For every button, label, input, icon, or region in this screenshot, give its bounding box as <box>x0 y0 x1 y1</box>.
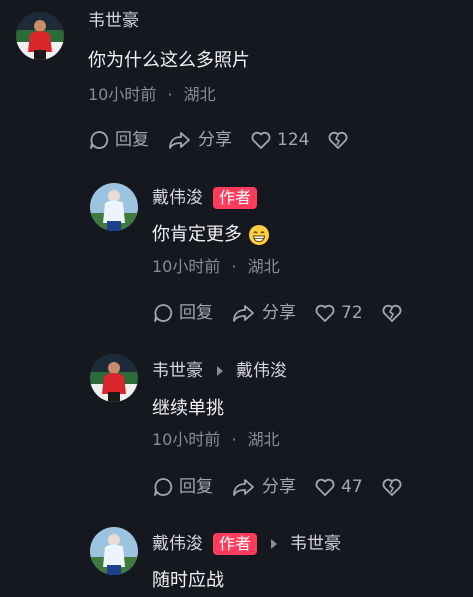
heart-icon <box>315 478 335 496</box>
comment-text: 你为什么这么多照片 <box>88 50 250 71</box>
reply-to-username[interactable]: 戴伟浚 <box>236 359 287 383</box>
username[interactable]: 韦世豪 <box>152 359 203 383</box>
comment-header: 韦世豪 <box>88 9 139 33</box>
dislike-button[interactable] <box>381 302 408 324</box>
like-button[interactable]: 72 <box>314 301 363 325</box>
heart-icon <box>315 304 335 322</box>
comment-location: 湖北 <box>247 257 280 276</box>
comment-header: 韦世豪 戴伟浚 <box>152 359 287 383</box>
comment-text: 继续单挑 <box>152 398 224 419</box>
comment-actions: 回复 分享 47 <box>152 475 408 499</box>
broken-heart-icon <box>382 304 402 322</box>
share-button[interactable]: 分享 <box>231 475 296 499</box>
comment-meta: 10小时前 · 湖北 <box>152 429 280 451</box>
reply-button[interactable]: 回复 <box>152 475 213 499</box>
like-button[interactable]: 124 <box>250 128 309 152</box>
share-label: 分享 <box>262 477 296 497</box>
reply-to-arrow-icon <box>217 366 223 376</box>
comment-time: 10小时前 <box>152 430 221 449</box>
reply-bubble-icon <box>154 478 173 496</box>
broken-heart-icon <box>382 478 402 496</box>
reply-button[interactable]: 回复 <box>152 301 213 325</box>
reply-label: 回复 <box>179 303 213 323</box>
meta-separator: · <box>231 430 237 449</box>
reply-bubble-icon <box>90 131 109 149</box>
username[interactable]: 韦世豪 <box>88 9 139 33</box>
share-label: 分享 <box>198 130 232 150</box>
username[interactable]: 戴伟浚 <box>152 532 203 556</box>
meta-separator: · <box>231 257 237 276</box>
dislike-button[interactable] <box>327 129 354 151</box>
avatar[interactable] <box>90 183 138 231</box>
reply-to-username[interactable]: 韦世豪 <box>290 532 341 556</box>
comment-meta: 10小时前 · 湖北 <box>88 84 216 106</box>
like-count: 47 <box>341 477 363 497</box>
dislike-button[interactable] <box>381 476 408 498</box>
heart-icon <box>251 131 271 149</box>
avatar[interactable] <box>90 354 138 402</box>
reply-label: 回复 <box>115 130 149 150</box>
username[interactable]: 戴伟浚 <box>152 186 203 210</box>
comment-location: 湖北 <box>247 430 280 449</box>
share-arrow-icon <box>169 132 190 149</box>
share-arrow-icon <box>233 305 254 322</box>
comment-text-body: 你肯定更多 <box>152 224 242 245</box>
reply-button[interactable]: 回复 <box>88 128 149 152</box>
avatar[interactable] <box>90 527 138 575</box>
comment-text: 随时应战 <box>152 570 224 591</box>
like-count: 72 <box>341 303 363 323</box>
comment-time: 10小时前 <box>88 85 157 104</box>
like-count: 124 <box>277 130 310 150</box>
comment-header: 戴伟浚 作者 韦世豪 <box>152 532 341 556</box>
comment-actions: 回复 分享 72 <box>152 301 408 325</box>
reply-to-arrow-icon <box>271 539 278 549</box>
comment-actions: 回复 分享 124 <box>88 128 354 152</box>
author-badge: 作者 <box>213 533 258 555</box>
meta-separator: · <box>167 85 173 104</box>
like-button[interactable]: 47 <box>314 475 363 499</box>
reply-bubble-icon <box>154 304 173 322</box>
comment-time: 10小时前 <box>152 257 221 276</box>
share-arrow-icon <box>233 479 254 496</box>
grinning-face-emoji <box>249 225 269 245</box>
avatar[interactable] <box>16 12 64 60</box>
share-label: 分享 <box>262 303 296 323</box>
share-button[interactable]: 分享 <box>167 128 232 152</box>
comment-header: 戴伟浚 作者 <box>152 186 258 210</box>
broken-heart-icon <box>329 131 348 149</box>
comment-text: 你肯定更多 <box>152 222 270 248</box>
comment-meta: 10小时前 · 湖北 <box>152 256 280 278</box>
reply-label: 回复 <box>179 477 213 497</box>
share-button[interactable]: 分享 <box>231 301 296 325</box>
comment-thread: 韦世豪 你为什么这么多照片 10小时前 · 湖北 回复 分享 124 戴伟浚 作… <box>0 0 473 597</box>
author-badge: 作者 <box>213 187 258 209</box>
comment-location: 湖北 <box>183 85 216 104</box>
